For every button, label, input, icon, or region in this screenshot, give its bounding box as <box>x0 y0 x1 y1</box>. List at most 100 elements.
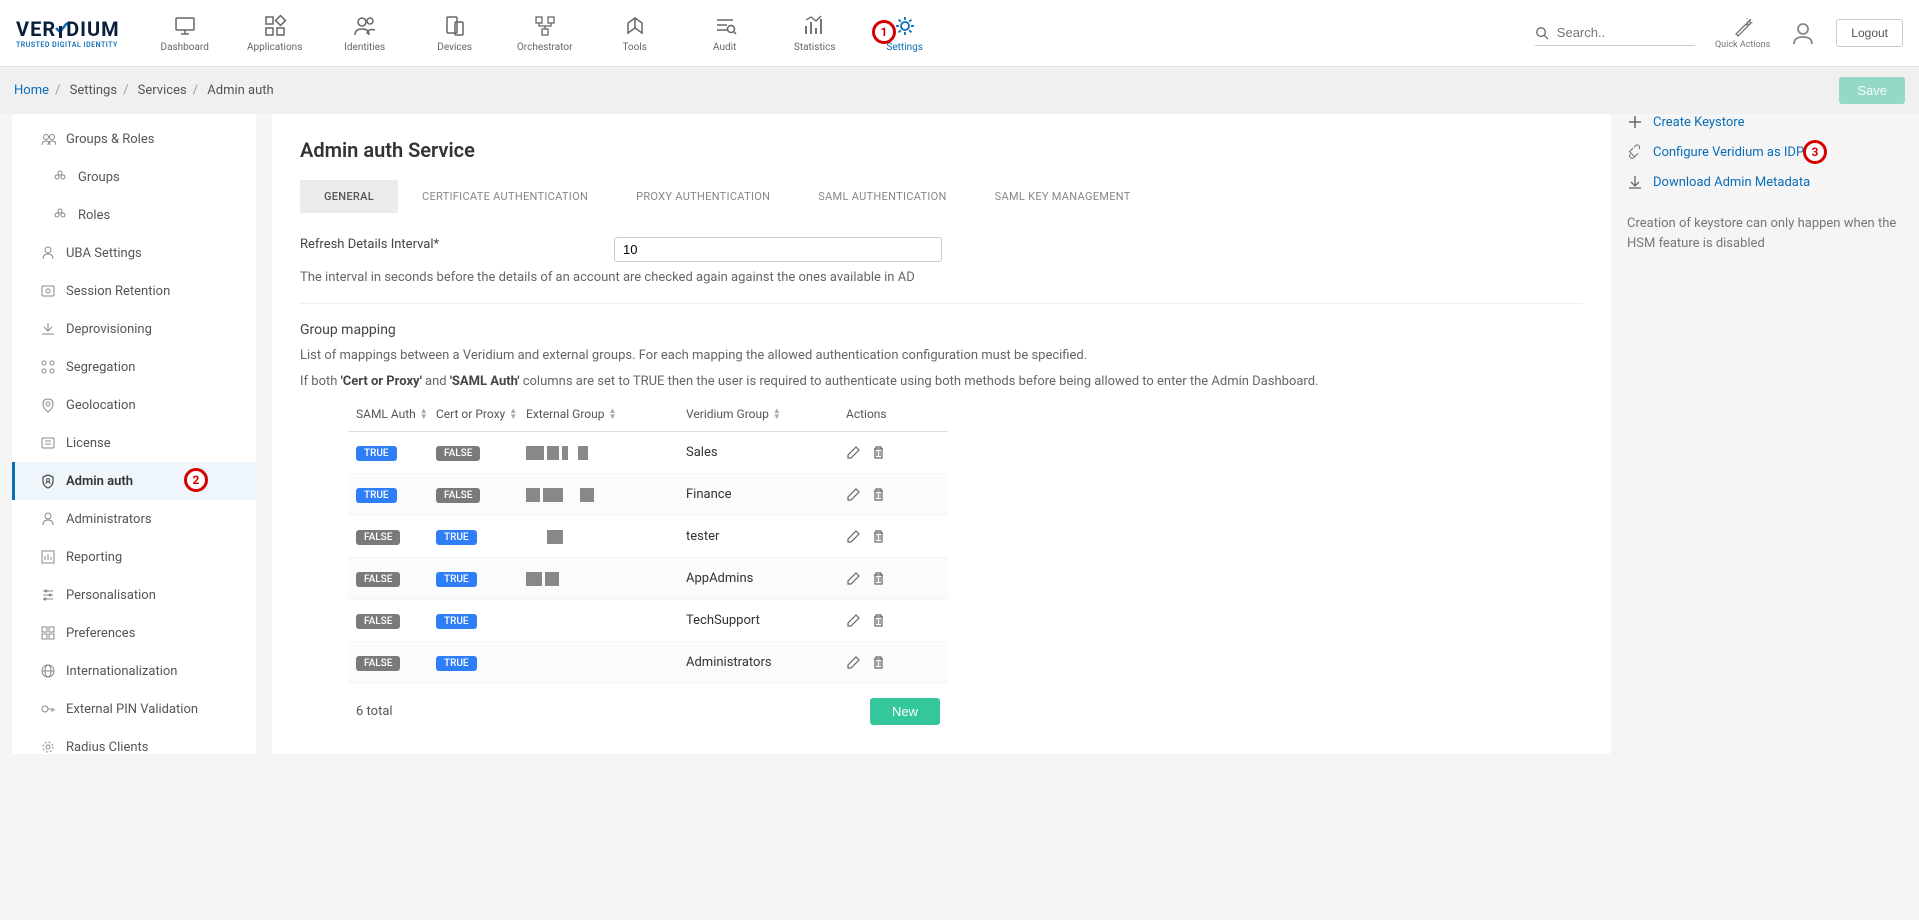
delete-icon[interactable] <box>871 445 886 460</box>
sidebar-item-personalisation[interactable]: Personalisation <box>12 576 256 614</box>
delete-icon[interactable] <box>871 655 886 670</box>
audit-icon <box>713 14 737 38</box>
delete-icon[interactable] <box>871 613 886 628</box>
edit-icon[interactable] <box>846 487 861 502</box>
sidebar-item-radius-clients[interactable]: Radius Clients <box>12 728 256 754</box>
sidebar-item-groups[interactable]: Groups <box>12 158 256 196</box>
group-mapping-title: Group mapping <box>300 322 1583 338</box>
table-row: FALSE TRUE AppAdmins <box>348 558 948 600</box>
main-content: Admin auth Service GENERALCERTIFICATE AU… <box>272 114 1611 754</box>
sidebar-icon <box>40 587 56 603</box>
sidebar-icon <box>40 131 56 147</box>
cert-badge: TRUE <box>436 656 477 671</box>
link-icon <box>1627 114 1643 130</box>
nav-applications[interactable]: Applications <box>230 0 320 67</box>
search-box[interactable] <box>1535 21 1695 46</box>
column-header[interactable]: Veridium Group ▲▼ <box>686 407 846 421</box>
sidebar-icon <box>40 321 56 337</box>
column-header[interactable]: Actions <box>846 407 946 421</box>
nav-tools[interactable]: Tools <box>590 0 680 67</box>
sidebar: Groups & Roles Groups Roles UBA Settings… <box>12 114 256 754</box>
statistics-icon <box>803 14 827 38</box>
edit-icon[interactable] <box>846 571 861 586</box>
breadcrumb: Home/ Settings/ Services/ Admin auth <box>14 83 274 98</box>
saml-badge: FALSE <box>356 572 400 587</box>
tabs: GENERALCERTIFICATE AUTHENTICATIONPROXY A… <box>300 180 1583 213</box>
sidebar-item-external-pin-validation[interactable]: External PIN Validation <box>12 690 256 728</box>
edit-icon[interactable] <box>846 613 861 628</box>
nav-audit[interactable]: Audit <box>680 0 770 67</box>
sort-icon[interactable]: ▲▼ <box>609 408 617 419</box>
column-header[interactable]: SAML Auth ▲▼ <box>356 407 436 421</box>
saml-badge: FALSE <box>356 656 400 671</box>
nav-devices[interactable]: Devices <box>410 0 500 67</box>
column-header[interactable]: Cert or Proxy ▲▼ <box>436 407 526 421</box>
sidebar-item-administrators[interactable]: Administrators <box>12 500 256 538</box>
sidebar-icon <box>40 245 56 261</box>
sidebar-item-session-retention[interactable]: Session Retention <box>12 272 256 310</box>
save-button[interactable]: Save <box>1839 77 1905 104</box>
tab-general[interactable]: GENERAL <box>300 180 398 213</box>
edit-icon[interactable] <box>846 655 861 670</box>
breadcrumb-home[interactable]: Home <box>14 83 49 98</box>
saml-badge: TRUE <box>356 446 397 461</box>
delete-icon[interactable] <box>871 529 886 544</box>
table-row: TRUE FALSE Sales <box>348 432 948 474</box>
nav-dashboard[interactable]: Dashboard <box>140 0 230 67</box>
user-icon[interactable] <box>1790 20 1816 46</box>
sort-icon[interactable]: ▲▼ <box>509 408 517 419</box>
veridium-group: Finance <box>686 487 846 502</box>
breadcrumb-services[interactable]: Services <box>138 83 187 98</box>
delete-icon[interactable] <box>871 487 886 502</box>
sidebar-item-admin-auth[interactable]: Admin auth2 <box>12 462 256 500</box>
annotation-1: 1 <box>872 20 896 44</box>
tools-icon <box>623 14 647 38</box>
logout-button[interactable]: Logout <box>1836 19 1903 47</box>
sidebar-item-deprovisioning[interactable]: Deprovisioning <box>12 310 256 348</box>
external-group-redacted <box>526 488 686 502</box>
new-button[interactable]: New <box>870 698 940 725</box>
right-link-create-keystore[interactable]: Create Keystore <box>1627 114 1907 130</box>
veridium-group: Sales <box>686 445 846 460</box>
sidebar-item-license[interactable]: License <box>12 424 256 462</box>
sidebar-icon <box>40 549 56 565</box>
nav-statistics[interactable]: Statistics <box>770 0 860 67</box>
quick-actions[interactable]: Quick Actions <box>1715 16 1770 50</box>
top-bar: VER DIUM TRUSTED DIGITAL IDENTITY Dashbo… <box>0 0 1919 67</box>
group-mapping-desc2: If both 'Cert or Proxy' and 'SAML Auth' … <box>300 372 1583 392</box>
sidebar-icon <box>40 359 56 375</box>
sort-icon[interactable]: ▲▼ <box>773 408 781 419</box>
sidebar-icon <box>40 473 56 489</box>
search-input[interactable] <box>1557 25 1695 40</box>
tab-saml-key-management[interactable]: SAML KEY MANAGEMENT <box>971 180 1155 213</box>
sidebar-item-groups-roles[interactable]: Groups & Roles <box>12 120 256 158</box>
refresh-input[interactable] <box>614 237 942 262</box>
delete-icon[interactable] <box>871 571 886 586</box>
right-link-configure-veridium-as-idp[interactable]: Configure Veridium as IDP3 <box>1627 144 1907 160</box>
nav-identities[interactable]: Identities <box>320 0 410 67</box>
sidebar-item-reporting[interactable]: Reporting <box>12 538 256 576</box>
sort-icon[interactable]: ▲▼ <box>420 408 428 419</box>
sidebar-item-geolocation[interactable]: Geolocation <box>12 386 256 424</box>
right-link-download-admin-metadata[interactable]: Download Admin Metadata <box>1627 174 1907 190</box>
sidebar-item-roles[interactable]: Roles <box>12 196 256 234</box>
veridium-group: tester <box>686 529 846 544</box>
sidebar-item-preferences[interactable]: Preferences <box>12 614 256 652</box>
tab-saml-authentication[interactable]: SAML AUTHENTICATION <box>794 180 970 213</box>
table-row: TRUE FALSE Finance <box>348 474 948 516</box>
breadcrumb-settings[interactable]: Settings <box>70 83 117 98</box>
edit-icon[interactable] <box>846 529 861 544</box>
sidebar-item-segregation[interactable]: Segregation <box>12 348 256 386</box>
sidebar-item-uba-settings[interactable]: UBA Settings <box>12 234 256 272</box>
nav-orchestrator[interactable]: Orchestrator <box>500 0 590 67</box>
sidebar-icon <box>52 207 68 223</box>
tab-proxy-authentication[interactable]: PROXY AUTHENTICATION <box>612 180 794 213</box>
external-group-redacted <box>526 530 686 544</box>
sidebar-item-internationalization[interactable]: Internationalization <box>12 652 256 690</box>
breadcrumb-bar: Home/ Settings/ Services/ Admin auth Sav… <box>0 67 1919 114</box>
tab-certificate-authentication[interactable]: CERTIFICATE AUTHENTICATION <box>398 180 612 213</box>
refresh-help: The interval in seconds before the detai… <box>300 270 1583 285</box>
edit-icon[interactable] <box>846 445 861 460</box>
column-header[interactable]: External Group ▲▼ <box>526 407 686 421</box>
external-group-redacted <box>526 446 686 460</box>
